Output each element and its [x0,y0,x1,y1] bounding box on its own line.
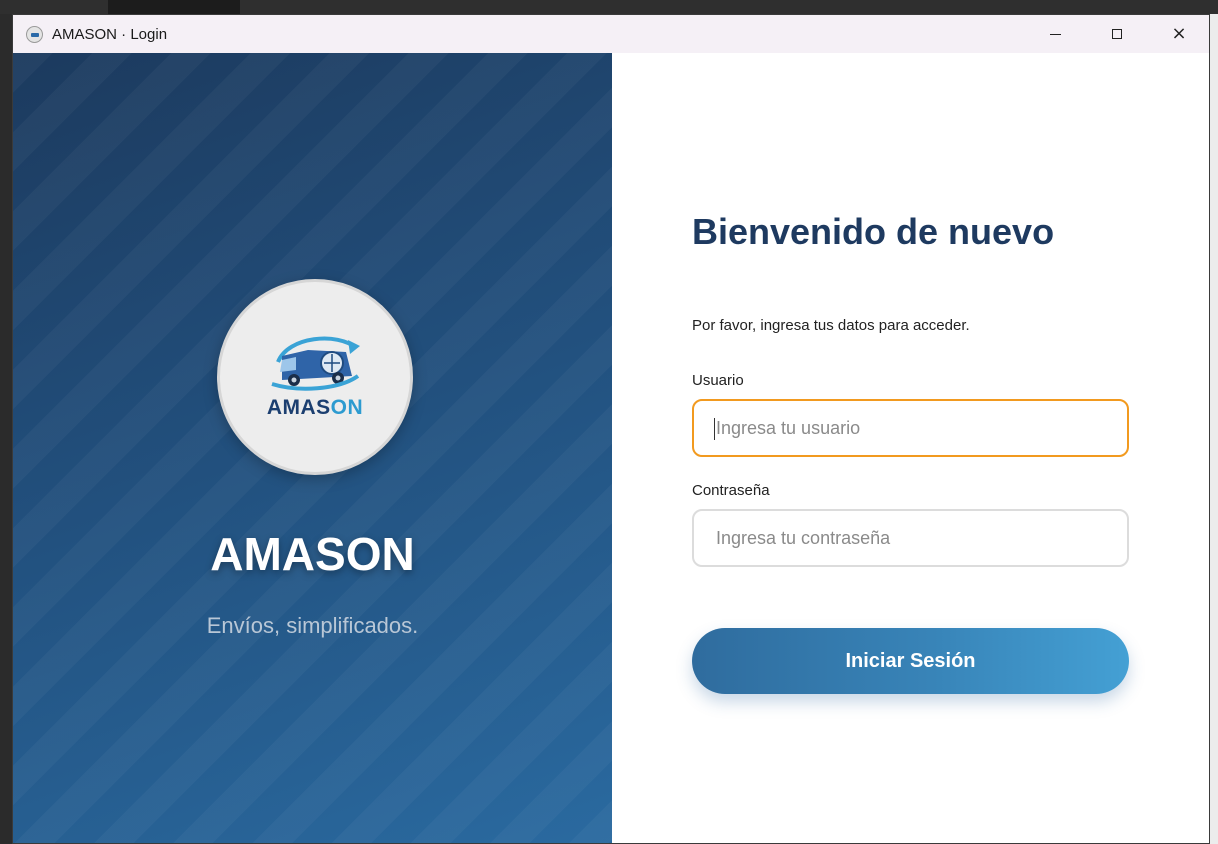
close-button[interactable]: × [1148,15,1209,53]
title-bar[interactable]: AMASON · Login × [13,15,1209,53]
brand-name: AMASON [210,528,415,580]
maximize-icon [1112,29,1122,39]
app-icon [26,26,43,43]
login-window: AMASON · Login × AMASON AMASON Envíos, s… [12,14,1210,844]
maximize-button[interactable] [1086,15,1148,53]
username-input[interactable] [692,399,1129,457]
tagline: Envíos, simplificados. [206,613,419,638]
text-cursor [714,418,715,440]
delivery-van-globe-icon [271,336,360,391]
password-label: Contraseña [692,482,770,499]
login-button[interactable]: Iniciar Sesión [692,628,1129,694]
logo-wordmark: AMASON [220,396,410,420]
window-title: AMASON · Login [52,26,168,43]
logo-wordmark-main: AMAS [266,396,331,419]
password-input[interactable] [692,509,1129,567]
brand-panel: AMASON AMASON Envíos, simplificados. [13,53,612,843]
desktop-taskbar-fragment [108,0,240,14]
desktop-background-right [1210,14,1218,844]
minimize-button[interactable] [1024,15,1086,53]
form-subtitle: Por favor, ingresa tus datos para accede… [692,317,970,334]
username-label: Usuario [692,372,744,389]
logo: AMASON [217,279,413,475]
login-form-panel: Bienvenido de nuevo Por favor, ingresa t… [612,53,1209,843]
minimize-icon [1049,33,1061,35]
logo-wordmark-accent: ON [330,396,364,419]
close-icon: × [1171,23,1187,44]
page-title: Bienvenido de nuevo [692,211,1055,252]
